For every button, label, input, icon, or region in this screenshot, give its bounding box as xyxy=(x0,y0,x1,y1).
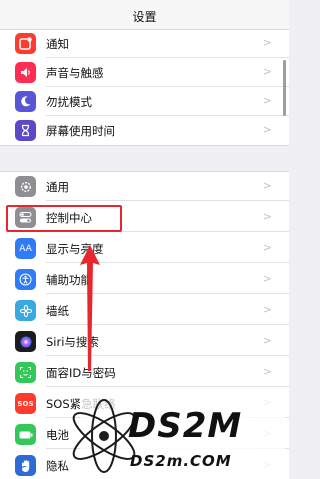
chevron-right-icon: > xyxy=(262,123,272,136)
gear-icon xyxy=(15,176,36,197)
row-label: 勿扰模式 xyxy=(46,95,92,109)
row-label: 声音与触感 xyxy=(46,66,104,80)
row-notifications[interactable]: 通知 > xyxy=(0,29,289,58)
row-general[interactable]: 通用 > xyxy=(0,172,289,201)
chevron-right-icon: > xyxy=(262,36,272,49)
chevron-right-icon: > xyxy=(262,94,272,107)
chevron-right-icon: > xyxy=(262,272,272,285)
row-display-brightness[interactable]: AA 显示与亮度 > xyxy=(0,234,289,263)
sos-icon: SOS xyxy=(15,393,36,414)
notification-icon xyxy=(15,33,36,54)
watermark-url: DS2m.COM xyxy=(130,452,232,470)
face-id-icon xyxy=(15,362,36,383)
highlight-box xyxy=(6,205,122,232)
settings-group-1: 通知 > 声音与触感 > 勿扰模式 > 屏幕使用时间 > xyxy=(0,30,289,145)
row-siri-search[interactable]: Siri与搜索 > xyxy=(0,327,289,356)
accessibility-icon xyxy=(15,269,36,290)
battery-icon xyxy=(15,424,36,445)
row-label: 墙纸 xyxy=(46,304,69,318)
chevron-right-icon: > xyxy=(262,303,272,316)
watermark: DS2M DS2m.COM xyxy=(44,388,289,479)
moon-icon xyxy=(15,91,36,112)
chevron-right-icon: > xyxy=(262,179,272,192)
row-wallpaper[interactable]: 墙纸 > xyxy=(0,296,289,325)
section-gap xyxy=(0,145,289,172)
row-do-not-disturb[interactable]: 勿扰模式 > xyxy=(0,87,289,116)
row-face-id-passcode[interactable]: 面容ID与密码 > xyxy=(0,358,289,387)
arrow-up-annotation xyxy=(80,245,100,371)
flower-icon xyxy=(15,300,36,321)
page-title: 设置 xyxy=(132,10,157,24)
siri-icon xyxy=(15,331,36,352)
hand-icon xyxy=(15,455,36,476)
text-size-icon: AA xyxy=(15,238,36,259)
chevron-right-icon: > xyxy=(262,365,272,378)
chevron-right-icon: > xyxy=(262,334,272,347)
row-accessibility[interactable]: 辅助功能 > xyxy=(0,265,289,294)
row-label: 屏幕使用时间 xyxy=(46,124,115,138)
row-screen-time[interactable]: 屏幕使用时间 > xyxy=(0,116,289,145)
hourglass-icon xyxy=(15,120,36,141)
watermark-brand: DS2M xyxy=(128,406,243,446)
row-sounds[interactable]: 声音与触感 > xyxy=(0,58,289,87)
chevron-right-icon: > xyxy=(262,210,272,223)
navigation-bar: 设置 xyxy=(0,0,289,30)
chevron-right-icon: > xyxy=(262,241,272,254)
scrollbar-thumb[interactable] xyxy=(283,60,286,116)
chevron-right-icon: > xyxy=(262,65,272,78)
row-label: 通用 xyxy=(46,180,69,194)
sound-icon xyxy=(15,62,36,83)
row-label: 通知 xyxy=(46,37,69,51)
